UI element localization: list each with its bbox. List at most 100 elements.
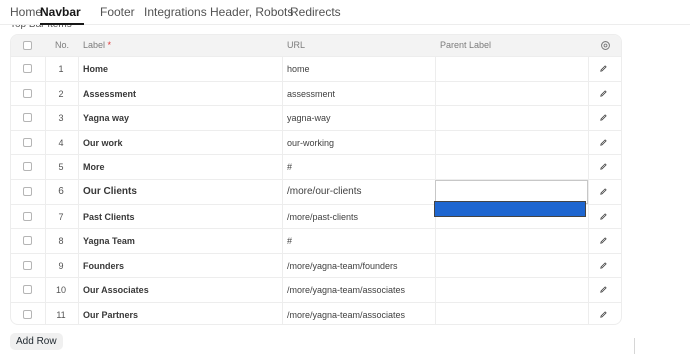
- label-cell[interactable]: More: [83, 162, 105, 172]
- label-cell[interactable]: Home: [83, 64, 108, 74]
- column-divider: [78, 303, 79, 324]
- column-divider: [435, 57, 436, 81]
- column-header-parent-label: Parent Label: [440, 40, 492, 50]
- active-tab-indicator: [40, 23, 84, 25]
- url-cell[interactable]: /more/past-clients: [287, 212, 358, 222]
- pencil-icon[interactable]: [599, 89, 608, 98]
- column-divider: [588, 81, 589, 106]
- row-checkbox[interactable]: [23, 260, 32, 270]
- column-header-no: No.: [55, 40, 70, 50]
- column-divider: [435, 81, 436, 106]
- url-cell[interactable]: yagna-way: [287, 113, 331, 123]
- table-row[interactable]: 8 Yagna Team #: [11, 228, 621, 253]
- column-divider: [45, 180, 46, 204]
- tab-redirects[interactable]: Redirects: [290, 5, 341, 19]
- row-checkbox[interactable]: [23, 285, 32, 295]
- row-index: 9: [58, 260, 64, 271]
- pencil-icon[interactable]: [599, 212, 608, 221]
- url-cell[interactable]: /more/our-clients: [287, 186, 361, 197]
- column-divider: [78, 278, 79, 302]
- column-divider: [588, 253, 589, 278]
- table-row[interactable]: 1 Home home: [11, 56, 621, 81]
- row-checkbox[interactable]: [23, 162, 32, 172]
- column-divider: [45, 278, 46, 302]
- row-checkbox[interactable]: [23, 137, 32, 147]
- tab-integrations[interactable]: Integrations: [144, 5, 207, 19]
- label-cell[interactable]: Past Clients: [83, 212, 135, 222]
- column-divider: [78, 106, 79, 130]
- label-cell[interactable]: Our Associates: [83, 285, 149, 295]
- pencil-icon[interactable]: [599, 138, 608, 147]
- url-cell[interactable]: /more/yagna-team/founders: [287, 261, 398, 271]
- tab-home[interactable]: Home: [10, 5, 42, 19]
- row-index: 2: [58, 88, 64, 99]
- label-cell[interactable]: Yagna Team: [83, 236, 135, 246]
- column-divider: [45, 303, 46, 324]
- row-index: 5: [58, 162, 64, 173]
- url-cell[interactable]: #: [287, 162, 292, 172]
- column-divider: [45, 81, 46, 106]
- row-index: 10: [55, 285, 66, 296]
- label-cell[interactable]: Assessment: [83, 89, 136, 99]
- scrollbar[interactable]: [634, 338, 635, 354]
- pencil-icon[interactable]: [599, 64, 608, 73]
- column-divider: [282, 57, 283, 81]
- column-divider: [78, 204, 79, 229]
- label-cell[interactable]: Our Partners: [83, 310, 138, 320]
- table-header: No. Label * URL Parent Label: [11, 35, 621, 56]
- column-divider: [78, 253, 79, 278]
- url-cell[interactable]: home: [287, 64, 310, 74]
- pencil-icon[interactable]: [599, 162, 608, 171]
- url-cell[interactable]: our-working: [287, 138, 334, 148]
- table-row[interactable]: 2 Assessment assessment: [11, 80, 621, 106]
- url-cell[interactable]: /more/yagna-team/associates: [287, 310, 405, 320]
- tab-header-robots[interactable]: Header, Robots: [210, 5, 293, 19]
- row-index: 4: [58, 137, 64, 148]
- column-divider: [45, 130, 46, 155]
- column-divider: [282, 155, 283, 179]
- label-cell[interactable]: Our work: [83, 138, 123, 148]
- column-divider: [282, 229, 283, 253]
- pencil-icon[interactable]: [599, 310, 608, 319]
- column-divider: [78, 155, 79, 179]
- column-divider: [282, 278, 283, 302]
- row-checkbox[interactable]: [23, 310, 32, 319]
- row-index: 3: [58, 113, 64, 124]
- pencil-icon[interactable]: [599, 261, 608, 270]
- tab-navbar[interactable]: Navbar: [40, 5, 81, 19]
- column-divider: [588, 130, 589, 155]
- autocomplete-dropdown[interactable]: [434, 201, 586, 217]
- pencil-icon[interactable]: [599, 113, 608, 122]
- table-row[interactable]: 9 Founders /more/yagna-team/founders: [11, 252, 621, 278]
- table-row[interactable]: 5 More #: [11, 154, 621, 179]
- label-cell[interactable]: Our Clients: [83, 186, 137, 197]
- url-cell[interactable]: /more/yagna-team/associates: [287, 285, 405, 295]
- table-row[interactable]: 10 Our Associates /more/yagna-team/assoc…: [11, 277, 621, 302]
- row-checkbox[interactable]: [23, 64, 32, 73]
- row-checkbox[interactable]: [23, 236, 32, 246]
- url-cell[interactable]: #: [287, 236, 292, 246]
- table-row[interactable]: 3 Yagna way yagna-way: [11, 105, 621, 130]
- pencil-icon[interactable]: [599, 187, 608, 196]
- row-checkbox[interactable]: [23, 211, 32, 221]
- table-row[interactable]: 4 Our work our-working: [11, 129, 621, 155]
- pencil-icon[interactable]: [599, 236, 608, 245]
- column-divider: [78, 229, 79, 253]
- gear-icon[interactable]: [600, 40, 611, 51]
- row-checkbox[interactable]: [23, 113, 32, 123]
- table-row[interactable]: 6 Our Clients /more/our-clients: [11, 179, 621, 204]
- label-cell[interactable]: Founders: [83, 261, 124, 271]
- row-checkbox[interactable]: [23, 88, 32, 98]
- column-divider: [78, 130, 79, 155]
- column-divider: [282, 130, 283, 155]
- tab-footer[interactable]: Footer: [100, 5, 135, 19]
- row-checkbox[interactable]: [23, 187, 32, 196]
- label-cell[interactable]: Yagna way: [83, 113, 129, 123]
- table-row[interactable]: 11 Our Partners /more/yagna-team/associa…: [11, 302, 621, 324]
- pencil-icon[interactable]: [599, 285, 608, 294]
- column-header-url: URL: [287, 40, 306, 50]
- select-all-checkbox[interactable]: [23, 41, 32, 50]
- add-row-button[interactable]: Add Row: [10, 333, 63, 350]
- column-divider: [435, 155, 436, 179]
- url-cell[interactable]: assessment: [287, 89, 335, 99]
